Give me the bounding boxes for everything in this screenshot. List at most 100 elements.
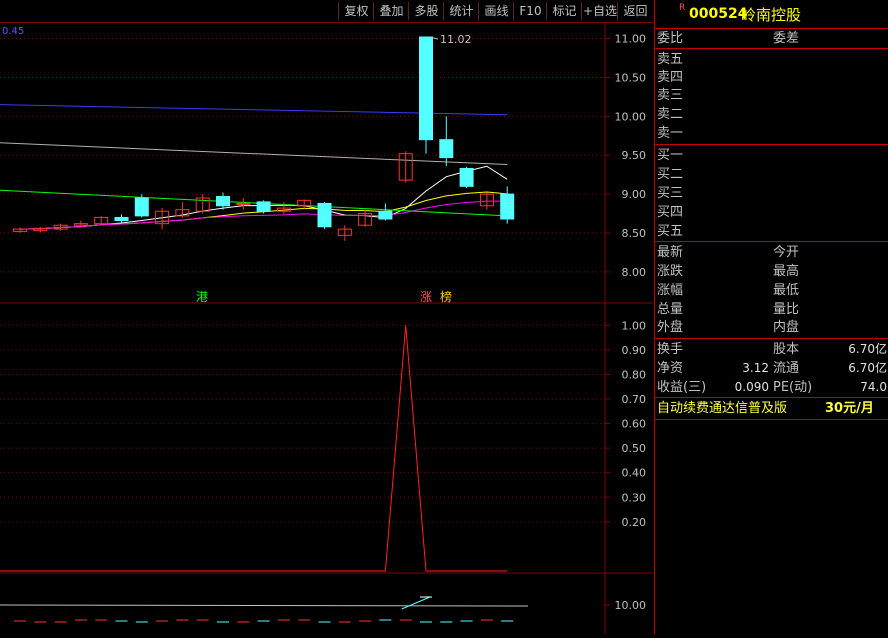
ask-row[interactable]: 卖二: [655, 105, 888, 124]
volume-pane: [0, 596, 529, 623]
ask-label: 卖一: [657, 126, 684, 141]
kline-chart[interactable]: 11.00 10.50 10.00 9.50 9.00 8.50 8.00 0.45 11.02…: [0, 23, 653, 634]
multi-stock-button[interactable]: 多股: [408, 2, 444, 20]
quote-row: 最新 今开: [655, 243, 888, 262]
divider: [655, 419, 888, 420]
adjust-button[interactable]: 复权: [338, 2, 374, 20]
weibi-label: 委比: [657, 31, 684, 46]
fundamental-row: 收益(三) 0.090 PE(动) 74.0: [655, 378, 888, 397]
ad-price[interactable]: 30元/月: [825, 399, 874, 418]
bid-row[interactable]: 买二: [655, 165, 888, 184]
indicator-tick-label: 0.70: [622, 393, 647, 406]
ask-row[interactable]: 卖一: [655, 124, 888, 143]
quote-row: 总量 量比: [655, 300, 888, 319]
indicator-tick-label: 0.30: [622, 491, 647, 504]
eps-label: 收益(三): [657, 380, 707, 395]
net-assets-value: 3.12: [742, 361, 769, 375]
low-label: 最低: [773, 283, 800, 298]
chart-grid: [0, 23, 653, 634]
bid-label: 买二: [657, 167, 684, 182]
change-pct-label: 涨幅: [657, 283, 684, 298]
bid-label: 买三: [657, 186, 684, 201]
inner-label: 内盘: [773, 320, 800, 335]
quote-panel: R 000524 岭南控股 委比 委差 卖五 卖四 卖三 卖二 卖一 买一 买二…: [654, 0, 888, 634]
mark-button[interactable]: 标记: [546, 2, 582, 20]
price-tick-label: 10.50: [615, 71, 647, 84]
ask-row[interactable]: 卖三: [655, 86, 888, 105]
fundamental-row: 换手 股本 6.70亿: [655, 340, 888, 359]
turnover-label: 换手: [657, 342, 684, 357]
ask-label: 卖三: [657, 88, 684, 103]
candle-body: [500, 193, 515, 220]
weicha-label: 委差: [773, 31, 800, 46]
volume-label: 总量: [657, 302, 684, 317]
price-tick-label: 11.00: [615, 33, 647, 46]
marker-zhang: 涨: [420, 289, 432, 304]
divider: [655, 338, 888, 339]
indicator-tick-label: 0.50: [622, 442, 647, 455]
candle-body: [419, 36, 433, 141]
indicator-tick-label: 0.80: [622, 368, 647, 381]
candle-body: [378, 210, 393, 220]
stock-marker: R: [679, 3, 686, 13]
share-capital-label: 股本: [773, 342, 800, 357]
stock-header: R 000524 岭南控股: [655, 0, 888, 29]
indicator-tick-label: 0.90: [622, 344, 647, 357]
ask-row[interactable]: 卖四: [655, 68, 888, 87]
bid-row[interactable]: 买一: [655, 146, 888, 165]
candle-body: [317, 202, 332, 228]
latest-label: 最新: [657, 245, 684, 260]
peak-label: 11.02: [440, 33, 472, 46]
ask-label: 卖二: [657, 107, 684, 122]
corner-value: 0.45: [2, 26, 24, 37]
fundamental-row: 净资 3.12 流通 6.70亿: [655, 359, 888, 378]
weibi-row: 委比 委差: [655, 29, 888, 48]
back-button[interactable]: 返回: [617, 2, 653, 20]
bid-label: 买五: [657, 224, 684, 239]
outer-label: 外盘: [657, 320, 684, 335]
ad-row[interactable]: 自动续费通达信普及版 30元/月: [655, 399, 888, 418]
bid-label: 买一: [657, 148, 684, 163]
divider: [655, 144, 888, 145]
divider: [655, 241, 888, 242]
f10-button[interactable]: F10: [513, 2, 547, 20]
candle-body: [459, 167, 474, 187]
marker-gang: 港: [196, 290, 208, 304]
candle-body: [236, 202, 251, 205]
ask-row[interactable]: 卖五: [655, 50, 888, 69]
quote-row: 涨跌 最高: [655, 262, 888, 281]
stock-code: 000524: [689, 6, 748, 22]
change-label: 涨跌: [657, 264, 684, 279]
indicator-tick-label: 0.60: [622, 418, 647, 431]
eps-value: 0.090: [734, 380, 769, 394]
pe-value: 74.0: [860, 380, 887, 394]
draw-line-button[interactable]: 画线: [478, 2, 514, 20]
chart-area[interactable]: 11.00 10.50 10.00 9.50 9.00 8.50 8.00 0.45 11.02…: [0, 23, 653, 634]
statistics-button[interactable]: 统计: [443, 2, 479, 20]
ask-label: 卖四: [657, 70, 684, 85]
float-value: 6.70亿: [848, 361, 887, 375]
bid-row[interactable]: 买三: [655, 184, 888, 203]
price-tick-label: 8.50: [622, 227, 647, 240]
bid-row[interactable]: 买五: [655, 222, 888, 241]
axis-labels: 11.00 10.50 10.00 9.50 9.00 8.50 8.00 0.45 11.02…: [2, 26, 646, 612]
stock-name[interactable]: 岭南控股: [741, 4, 801, 25]
candle-body: [216, 195, 230, 207]
float-label: 流通: [773, 361, 800, 376]
candle-body: [439, 139, 454, 159]
volume-spike: [401, 596, 431, 610]
net-assets-label: 净资: [657, 361, 684, 376]
divider: [655, 397, 888, 398]
bid-row[interactable]: 买四: [655, 203, 888, 222]
share-capital-value: 6.70亿: [848, 342, 887, 356]
volume-ma-line: [0, 604, 529, 607]
quote-row: 涨幅 最低: [655, 281, 888, 300]
ad-text[interactable]: 自动续费通达信普及版: [657, 399, 787, 418]
overlay-button[interactable]: 叠加: [373, 2, 409, 20]
bid-label: 买四: [657, 205, 684, 220]
add-favorite-button[interactable]: +自选: [581, 2, 618, 20]
open-label: 今开: [773, 245, 800, 260]
ask-label: 卖五: [657, 52, 684, 67]
high-label: 最高: [773, 264, 800, 279]
divider: [655, 48, 888, 49]
